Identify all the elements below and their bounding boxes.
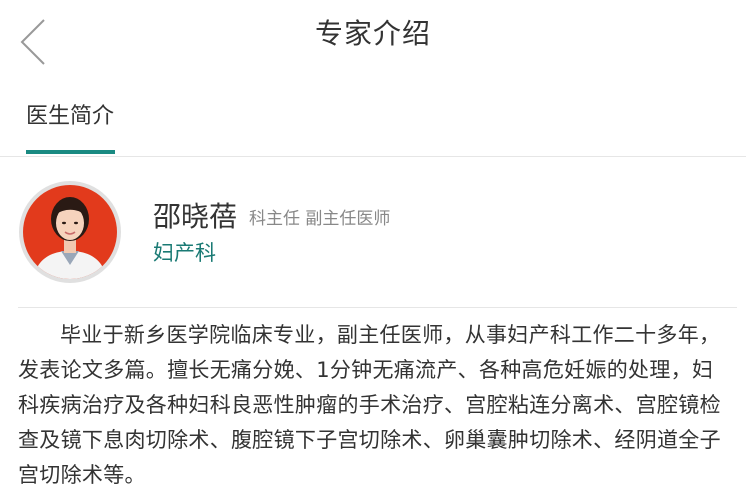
page: 专家介绍 医生简介 邵晓蓓 科主任 副主任医师 妇产科 毕业于新乡医学院临床专业… [0, 0, 746, 492]
avatar [19, 181, 121, 283]
doctor-title: 科主任 副主任医师 [249, 209, 391, 229]
page-title: 专家介绍 [314, 17, 431, 50]
divider [18, 307, 737, 308]
active-tab-indicator [26, 150, 115, 154]
doctor-portrait-icon [33, 197, 107, 279]
tab-bar: 医生简介 [0, 82, 746, 157]
doctor-card: 邵晓蓓 科主任 副主任医师 妇产科 [0, 157, 746, 307]
header: 专家介绍 [0, 0, 746, 66]
tab-doctor-intro[interactable]: 医生简介 [26, 98, 114, 130]
doctor-department: 妇产科 [153, 241, 216, 265]
doctor-bio: 毕业于新乡医学院临床专业，副主任医师，从事妇产科工作二十多年，发表论文多篇。擅长… [18, 323, 721, 487]
doctor-name: 邵晓蓓 [153, 200, 238, 233]
avatar-photo [23, 185, 117, 279]
